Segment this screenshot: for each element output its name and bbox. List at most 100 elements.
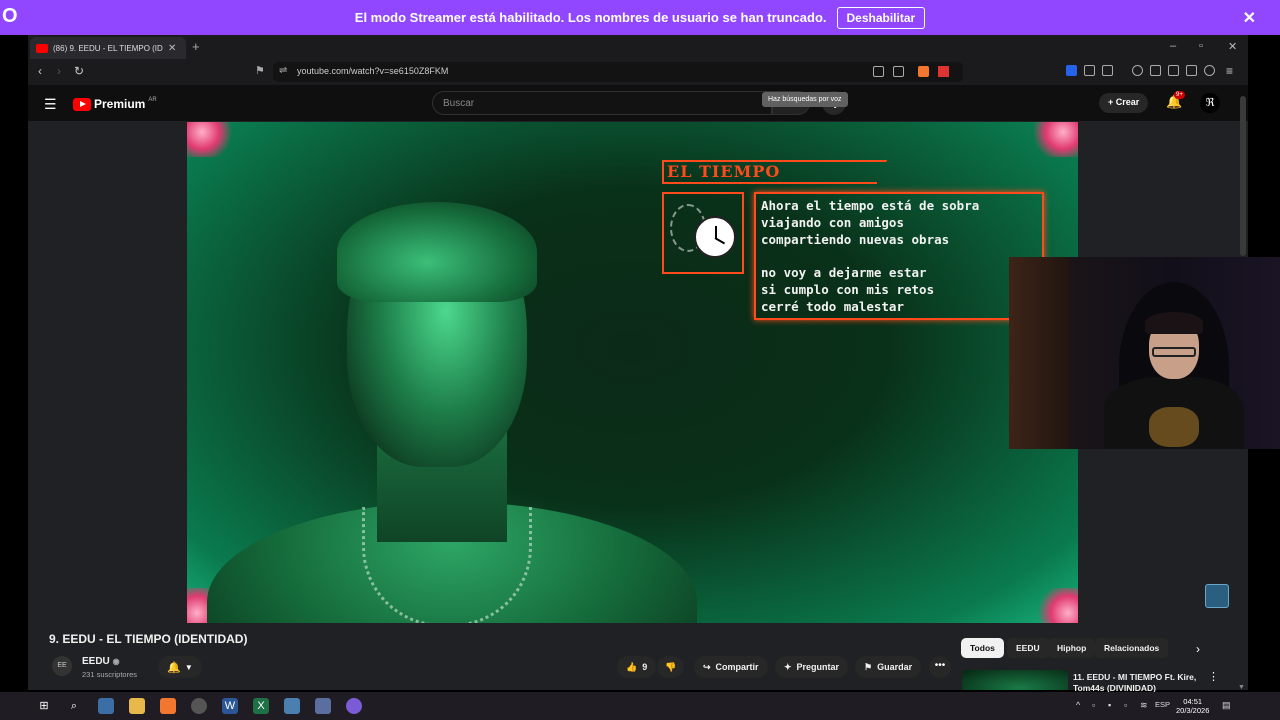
chip-related[interactable]: Relacionados — [1095, 638, 1169, 658]
tab-title: (86) 9. EEDU - EL TIEMPO (IDENT — [53, 43, 163, 53]
word-icon[interactable]: W — [222, 698, 238, 714]
search-icon[interactable]: ⌕ — [66, 698, 82, 714]
windows-taskbar: ⊞ ⌕ W X ^ ▫ ▪ ▫ ≋ ESP 04:51 20/3/2026 ▤ — [0, 692, 1280, 720]
tray-wifi-icon[interactable]: ≋ — [1140, 700, 1148, 711]
create-button[interactable]: + Crear — [1099, 93, 1149, 113]
url-text[interactable]: youtube.com/watch?v=se6150Z8FKM — [297, 66, 448, 76]
site-info-icon[interactable]: ⇌ — [279, 65, 287, 76]
browser-tab-youtube[interactable]: (86) 9. EEDU - EL TIEMPO (IDENT ✕ — [30, 37, 186, 59]
search-box — [432, 91, 772, 115]
video-corner-glow — [187, 122, 237, 157]
chip-all[interactable]: Todos — [961, 638, 1004, 658]
bell-icon: 🔔 — [167, 661, 181, 674]
ask-button[interactable]: ✦ Preguntar — [775, 656, 849, 678]
channel-name[interactable]: EEDU ◉ — [82, 656, 120, 667]
extension-icon-2[interactable] — [1084, 65, 1095, 76]
close-banner-icon[interactable]: ✕ — [1243, 8, 1256, 28]
cast-icon[interactable] — [873, 66, 884, 77]
chip-hiphop[interactable]: Hiphop — [1048, 638, 1096, 658]
minimize-button[interactable]: – — [1170, 40, 1176, 52]
tray-icon-2[interactable]: ▫ — [1124, 700, 1127, 710]
video-player[interactable]: EL TIEMPO Ahora el tiempo está de sobra … — [187, 122, 1078, 623]
disable-streamer-button[interactable]: Deshabilitar — [836, 6, 926, 29]
back-icon[interactable]: ‹ — [38, 64, 42, 78]
tray-chevron-icon[interactable]: ^ — [1076, 700, 1080, 710]
channel-avatar[interactable]: EE — [52, 656, 72, 676]
share-icon[interactable] — [893, 66, 904, 77]
lyric-line: Ahora el tiempo está de sobra — [761, 198, 980, 213]
webcam-door — [1009, 257, 1069, 449]
related-video-thumbnail[interactable] — [962, 670, 1068, 690]
more-horizontal-icon: ••• — [934, 660, 946, 671]
maximize-button[interactable]: ▫ — [1199, 40, 1203, 52]
youtube-logo[interactable]: Premium AR — [73, 97, 157, 111]
excel-icon[interactable]: X — [253, 698, 269, 714]
taskbar-clock[interactable]: 04:51 20/3/2026 — [1176, 697, 1209, 715]
app-icon-2[interactable] — [284, 698, 300, 714]
extension-icon-1[interactable] — [1066, 65, 1077, 76]
close-window-button[interactable]: ✕ — [1228, 40, 1237, 53]
voice-search-tooltip: Haz búsquedas por voz — [762, 92, 848, 107]
clock-frame — [662, 192, 744, 274]
url-field[interactable]: ⚑ ⇌ youtube.com/watch?v=se6150Z8FKM — [255, 62, 963, 82]
share-button[interactable]: ↪ Compartir — [694, 656, 768, 678]
subscription-bell-button[interactable]: 🔔 ▼ — [158, 656, 202, 678]
brave-browser-icon[interactable] — [160, 698, 176, 714]
notification-center-icon[interactable]: ▤ — [1222, 700, 1231, 711]
search-input[interactable] — [433, 92, 771, 114]
page-scrollbar[interactable] — [1240, 96, 1246, 256]
music-icon[interactable] — [1132, 65, 1143, 76]
reload-icon[interactable]: ↻ — [74, 64, 84, 78]
webcam-person-glasses — [1152, 347, 1196, 357]
lyrics-heading: EL TIEMPO — [667, 162, 781, 181]
forward-icon[interactable]: › — [57, 64, 61, 78]
brave-rewards-icon[interactable] — [938, 66, 949, 77]
streamer-mode-message: El modo Streamer está habilitado. Los no… — [354, 10, 827, 25]
extensions-puzzle-icon[interactable] — [1186, 65, 1197, 76]
app-icon-1[interactable] — [98, 698, 114, 714]
windows-start-icon[interactable]: ⊞ — [36, 698, 52, 714]
save-button[interactable]: ⚑ Guardar — [855, 656, 922, 678]
tray-mic-icon[interactable]: ▪ — [1108, 700, 1111, 710]
chevron-right-icon[interactable]: › — [1196, 642, 1200, 656]
notification-count-badge: 9+ — [1174, 91, 1185, 99]
streamer-webcam — [1009, 257, 1280, 449]
brave-shield-icon[interactable] — [918, 66, 929, 77]
video-corner-glow — [1033, 588, 1078, 623]
youtube-play-icon — [73, 97, 91, 111]
like-button[interactable]: 👍 9 — [617, 656, 657, 678]
related-video-title[interactable]: 11. EEDU - MI TIEMPO Ft. Kire, Tom44s (D… — [1073, 672, 1203, 694]
bookmark-icon[interactable]: ⚑ — [255, 64, 265, 77]
app-icon-4[interactable] — [346, 698, 362, 714]
app-icon-3[interactable] — [315, 698, 331, 714]
obs-icon[interactable] — [191, 698, 207, 714]
new-tab-button[interactable]: + — [192, 39, 200, 54]
lyric-line: no voy a dejarme estar — [761, 265, 927, 280]
miniplayer-thumbnail[interactable] — [1205, 584, 1229, 608]
tray-icon-1[interactable]: ▫ — [1092, 700, 1095, 710]
extension-icon-3[interactable] — [1102, 65, 1113, 76]
more-actions-button[interactable]: ••• — [929, 656, 951, 678]
menu-icon[interactable]: ≡ — [1226, 64, 1233, 78]
dislike-button[interactable]: 👎 — [657, 656, 685, 678]
account-avatar[interactable]: ℜ — [1200, 93, 1220, 113]
chip-eedu[interactable]: EEDU — [1007, 638, 1049, 658]
tab-strip: (86) 9. EEDU - EL TIEMPO (IDENT ✕ + – ▫ … — [28, 35, 1248, 59]
twitch-logo-icon: O — [2, 5, 18, 27]
guide-menu-icon[interactable]: ☰ — [44, 96, 57, 113]
keyboard-language[interactable]: ESP — [1155, 700, 1170, 709]
clock-date: 20/3/2026 — [1176, 706, 1210, 715]
sidebar-icon[interactable] — [1150, 65, 1161, 76]
notifications-button[interactable]: 🔔 9+ — [1166, 91, 1185, 110]
scroll-down-arrow-icon[interactable]: ▼ — [1238, 684, 1245, 691]
bookmark-icon: ⚑ — [864, 661, 873, 672]
file-explorer-icon[interactable] — [129, 698, 145, 714]
related-video-menu-icon[interactable]: ⋮ — [1208, 670, 1219, 683]
close-tab-icon[interactable]: ✕ — [168, 43, 176, 54]
vpn-icon[interactable] — [1204, 65, 1215, 76]
share-label: Compartir — [715, 662, 759, 672]
wallet-icon[interactable] — [1168, 65, 1179, 76]
webcam-person-hair — [1145, 312, 1203, 334]
like-count: 9 — [642, 662, 648, 672]
clock-time: 04:51 — [1183, 697, 1203, 706]
